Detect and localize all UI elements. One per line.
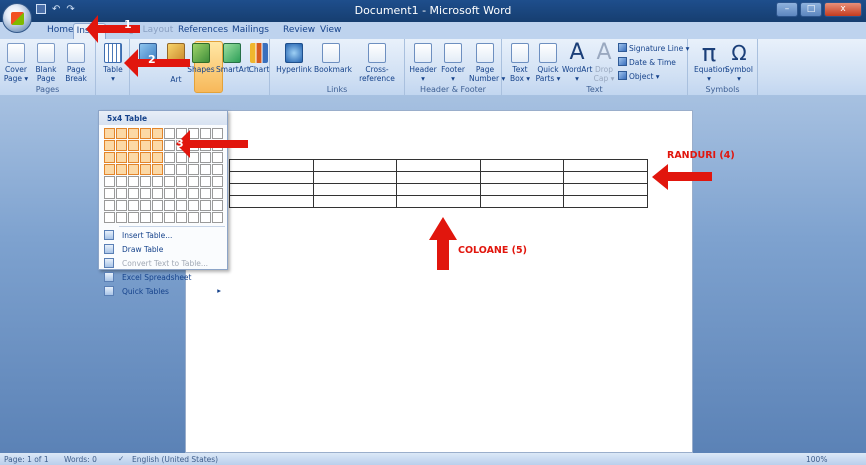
columns-label: COLOANE (5): [458, 245, 527, 256]
office-logo-icon: [11, 12, 24, 25]
arrow-rows: [652, 164, 712, 190]
arrow-step-3: [176, 130, 248, 158]
rows-label: RANDURI (4): [667, 150, 735, 161]
annotation-layer: [86, 15, 712, 270]
arrow-step-2: [124, 49, 190, 77]
step-3-label: 3: [176, 137, 184, 150]
office-button[interactable]: [2, 3, 32, 33]
step-1-label: 1: [124, 18, 132, 31]
arrow-columns: [429, 217, 457, 270]
arrow-step-1: [86, 15, 140, 43]
step-2-label: 2: [148, 53, 156, 66]
